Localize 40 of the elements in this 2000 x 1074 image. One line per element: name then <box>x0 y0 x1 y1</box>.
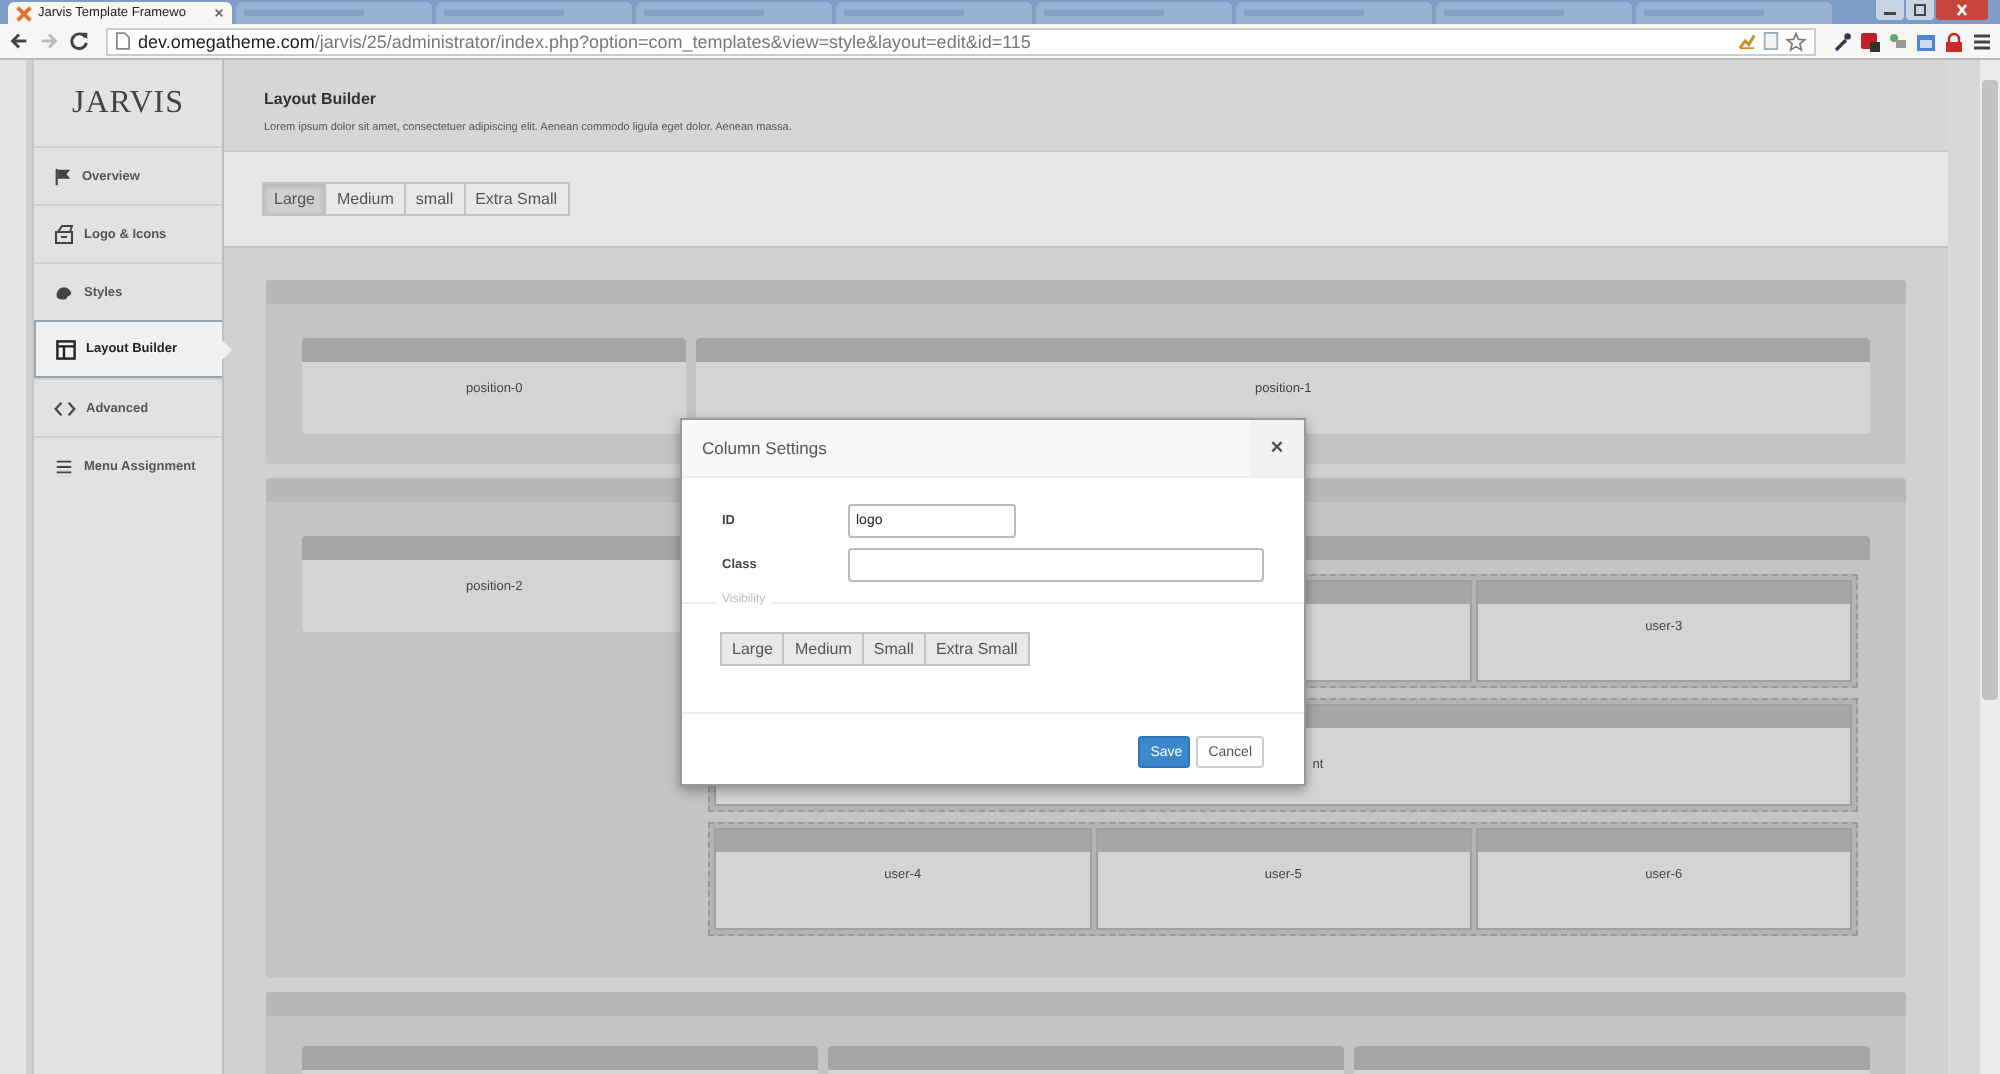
layout-icon <box>56 339 76 359</box>
code-icon <box>54 399 76 417</box>
menu-icon <box>54 457 74 475</box>
logo-text: JARVIS <box>70 83 186 123</box>
reload-icon[interactable] <box>68 30 90 52</box>
chart-icon[interactable] <box>1738 31 1756 49</box>
close-icon[interactable] <box>214 8 224 18</box>
page-title: Layout Builder <box>264 90 379 108</box>
scroll-thumb[interactable] <box>1982 80 1998 700</box>
puzzle-icon[interactable] <box>1888 31 1908 51</box>
minimize-icon[interactable] <box>1876 0 1904 20</box>
size-tab[interactable]: small <box>403 182 466 216</box>
visibility-toggle[interactable]: Small <box>861 632 926 666</box>
lock-icon[interactable] <box>1944 31 1964 51</box>
visibility-toggle[interactable]: Large <box>720 632 785 666</box>
calendar-icon[interactable] <box>1916 31 1936 51</box>
back-icon[interactable] <box>8 30 30 52</box>
dialog-title: Column Settings <box>700 436 829 462</box>
eyedropper-icon[interactable] <box>1832 31 1852 51</box>
badge-icon[interactable] <box>1860 31 1880 51</box>
x-logo-icon <box>16 5 32 21</box>
menu-icon[interactable] <box>1972 31 1992 51</box>
close-button[interactable]: × <box>1250 420 1304 476</box>
size-tab[interactable]: Extra Small <box>463 182 569 216</box>
visibility-toggle[interactable]: Extra Small <box>923 632 1030 666</box>
star-icon[interactable] <box>1786 31 1806 51</box>
address-field[interactable]: dev.omegatheme.com/jarvis/25/administrator/index.php?option=com_templates&view=style&layout=edit&id=115 <box>106 27 1816 55</box>
palette-icon <box>54 283 74 301</box>
size-tab[interactable]: Large <box>262 182 327 216</box>
forward-icon[interactable] <box>38 30 60 52</box>
page-icon <box>116 32 130 50</box>
box-icon <box>54 224 74 244</box>
visibility-toggle[interactable]: Medium <box>782 632 864 666</box>
flag-icon <box>54 167 72 185</box>
document-icon[interactable] <box>1762 31 1780 49</box>
scrollbar[interactable] <box>1980 60 2000 1074</box>
text-field[interactable] <box>848 547 1264 581</box>
size-tab[interactable]: Medium <box>324 182 406 216</box>
close-icon[interactable] <box>1936 0 1988 20</box>
maximize-icon[interactable] <box>1906 0 1934 20</box>
